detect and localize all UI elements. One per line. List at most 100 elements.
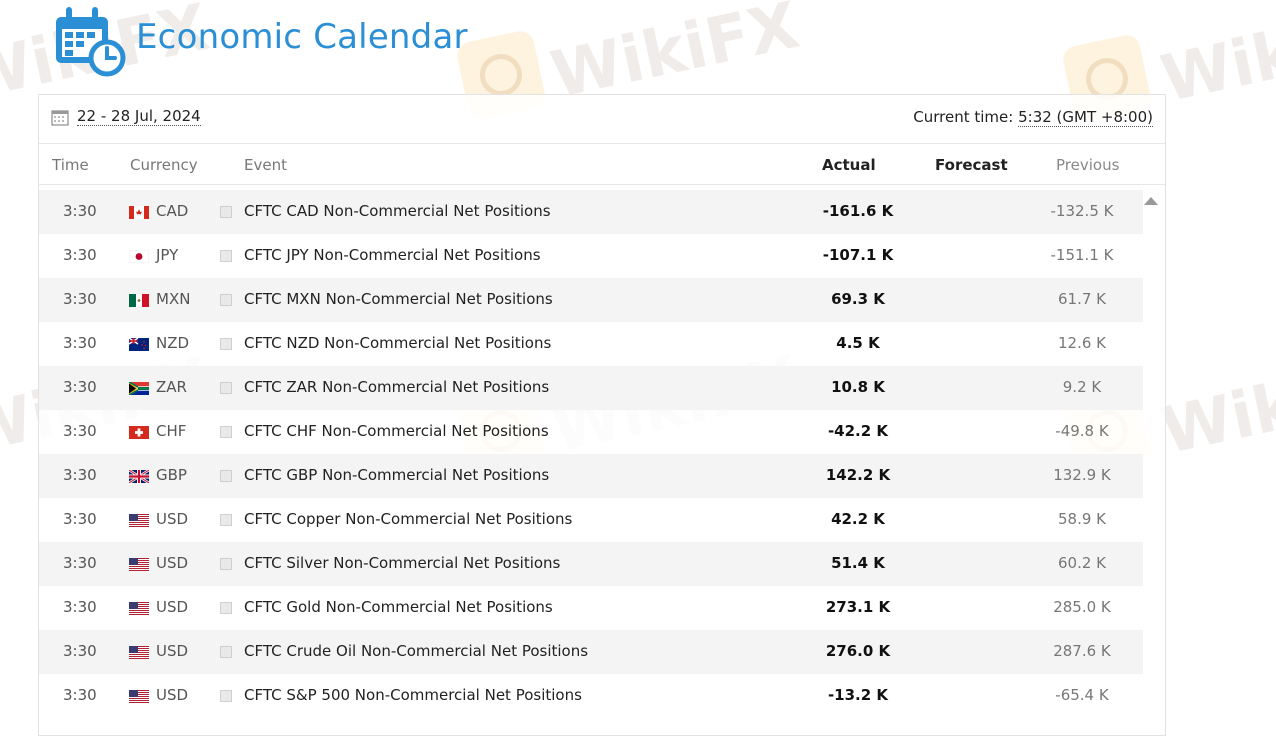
table-row[interactable]: 3:30 USD CFTC Crude Oil Non-Commercial N… (39, 630, 1143, 674)
event-time: 3:30 (63, 554, 97, 572)
table-row[interactable]: 3:30 ZAR CFTC ZAR Non-Commercial Net Pos… (39, 366, 1143, 410)
event-checkbox[interactable] (220, 514, 232, 526)
event-checkbox[interactable] (220, 646, 232, 658)
flag-ca-icon (129, 205, 149, 219)
event-checkbox[interactable] (220, 426, 232, 438)
event-actual: 276.0 K (825, 642, 891, 660)
table-row[interactable]: 3:30 GBP CFTC GBP Non-Commercial Net Pos… (39, 454, 1143, 498)
timezone-selector[interactable]: 5:32 (GMT +8:00) (1018, 108, 1153, 127)
event-currency: NZD (156, 334, 190, 352)
event-previous: 61.7 K (1057, 290, 1106, 308)
event-actual: -107.1 K (822, 246, 894, 264)
table-row[interactable]: 3:30 CHF CFTC CHF Non-Commercial Net Pos… (39, 410, 1143, 454)
event-actual: 51.4 K (831, 554, 885, 572)
event-previous: 9.2 K (1062, 378, 1102, 396)
event-name[interactable]: CFTC NZD Non-Commercial Net Positions (244, 334, 551, 352)
event-previous: 287.6 K (1053, 642, 1111, 660)
event-previous: -132.5 K (1050, 202, 1114, 220)
column-header-actual: Actual (822, 156, 876, 174)
event-previous: 12.6 K (1057, 334, 1106, 352)
table-row[interactable]: 3:30 NZD CFTC NZD Non-Commercial Net Pos… (39, 322, 1143, 366)
event-currency: ZAR (156, 378, 187, 396)
event-name[interactable]: CFTC MXN Non-Commercial Net Positions (244, 290, 553, 308)
flag-ch-icon (129, 425, 149, 439)
current-time: Current time: 5:32 (GMT +8:00) (913, 108, 1153, 127)
event-actual: 42.2 K (831, 510, 885, 528)
event-name[interactable]: CFTC GBP Non-Commercial Net Positions (244, 466, 549, 484)
table-row[interactable]: 3:30 JPY CFTC JPY Non-Commercial Net Pos… (39, 234, 1143, 278)
column-header-forecast: Forecast (935, 156, 1008, 174)
event-time: 3:30 (63, 378, 97, 396)
date-range-label[interactable]: 22 - 28 Jul, 2024 (77, 107, 201, 126)
event-time: 3:30 (63, 202, 97, 220)
flag-us-icon (129, 645, 149, 659)
date-range-picker[interactable]: 22 - 28 Jul, 2024 (51, 107, 201, 126)
event-actual: -42.2 K (827, 422, 889, 440)
table-row[interactable]: 3:30 CAD CFTC CAD Non-Commercial Net Pos… (39, 190, 1143, 234)
event-currency: USD (156, 554, 189, 572)
column-header-time: Time (52, 156, 89, 174)
event-actual: 273.1 K (825, 598, 891, 616)
event-time: 3:30 (63, 598, 97, 616)
table-row[interactable]: 3:30 USD CFTC S&P 500 Non-Commercial Net… (39, 674, 1143, 718)
event-name[interactable]: CFTC CHF Non-Commercial Net Positions (244, 422, 549, 440)
flag-us-icon (129, 689, 149, 703)
page-title: Economic Calendar (136, 17, 468, 57)
flag-za-icon (128, 381, 149, 396)
watermark-text: WikiFX (1155, 0, 1276, 118)
event-actual: 142.2 K (825, 466, 891, 484)
event-name[interactable]: CFTC S&P 500 Non-Commercial Net Position… (244, 686, 582, 704)
event-currency: CHF (156, 422, 187, 440)
event-actual: -13.2 K (827, 686, 889, 704)
event-checkbox[interactable] (220, 294, 232, 306)
event-checkbox[interactable] (220, 690, 232, 702)
watermark-text: WikiFX (1155, 344, 1276, 470)
calendar-toolbar: 22 - 28 Jul, 2024 Current time: 5:32 (GM… (39, 95, 1165, 144)
event-actual: 69.3 K (831, 290, 885, 308)
event-time: 3:30 (63, 642, 97, 660)
event-name[interactable]: CFTC ZAR Non-Commercial Net Positions (244, 378, 549, 396)
flag-us-icon (129, 601, 149, 615)
calendar-clock-icon (56, 7, 126, 77)
calendar-panel: 22 - 28 Jul, 2024 Current time: 5:32 (GM… (38, 94, 1166, 736)
event-checkbox[interactable] (220, 602, 232, 614)
events-table-body: 3:30 CAD CFTC CAD Non-Commercial Net Pos… (39, 190, 1143, 718)
table-row[interactable]: 3:30 MXN CFTC MXN Non-Commercial Net Pos… (39, 278, 1143, 322)
event-actual: 10.8 K (831, 378, 885, 396)
event-checkbox[interactable] (220, 558, 232, 570)
column-header-currency: Currency (130, 156, 198, 174)
current-time-label: Current time: (913, 108, 1014, 126)
event-checkbox[interactable] (220, 206, 232, 218)
table-row[interactable]: 3:30 USD CFTC Silver Non-Commercial Net … (39, 542, 1143, 586)
table-row[interactable]: 3:30 USD CFTC Gold Non-Commercial Net Po… (39, 586, 1143, 630)
event-name[interactable]: CFTC Copper Non-Commercial Net Positions (244, 510, 572, 528)
event-name[interactable]: CFTC Silver Non-Commercial Net Positions (244, 554, 560, 572)
flag-nz-icon (128, 337, 149, 351)
event-name[interactable]: CFTC CAD Non-Commercial Net Positions (244, 202, 551, 220)
event-name[interactable]: CFTC JPY Non-Commercial Net Positions (244, 246, 541, 264)
event-previous: -151.1 K (1050, 246, 1114, 264)
event-time: 3:30 (63, 246, 97, 264)
event-time: 3:30 (63, 466, 97, 484)
column-header-event: Event (244, 156, 287, 174)
event-previous: -49.8 K (1055, 422, 1109, 440)
event-checkbox[interactable] (220, 250, 232, 262)
event-name[interactable]: CFTC Crude Oil Non-Commercial Net Positi… (244, 642, 588, 660)
event-checkbox[interactable] (220, 338, 232, 350)
event-previous: 285.0 K (1053, 598, 1111, 616)
event-previous: 60.2 K (1057, 554, 1106, 572)
event-time: 3:30 (63, 334, 97, 352)
scroll-up-arrow-icon[interactable] (1144, 197, 1158, 205)
event-currency: CAD (156, 202, 189, 220)
calendar-icon (51, 110, 69, 125)
event-previous: 132.9 K (1053, 466, 1111, 484)
table-row[interactable]: 3:30 USD CFTC Copper Non-Commercial Net … (39, 498, 1143, 542)
event-actual: -161.6 K (822, 202, 894, 220)
event-time: 3:30 (63, 510, 97, 528)
event-currency: USD (156, 642, 189, 660)
event-name[interactable]: CFTC Gold Non-Commercial Net Positions (244, 598, 553, 616)
event-checkbox[interactable] (220, 470, 232, 482)
event-checkbox[interactable] (220, 382, 232, 394)
column-header-previous: Previous (1056, 156, 1120, 174)
event-time: 3:30 (63, 422, 97, 440)
